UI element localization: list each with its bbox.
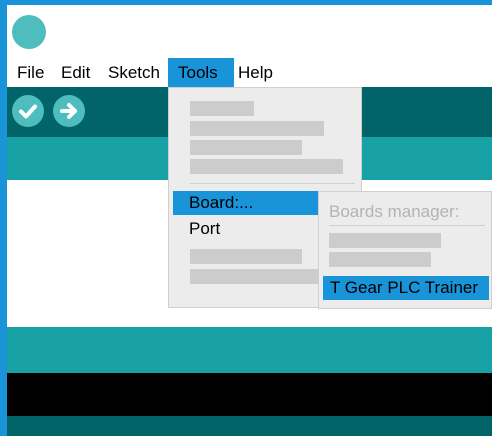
menu-item-board[interactable]: Board:... [173, 191, 319, 215]
upload-button[interactable] [53, 95, 85, 127]
checkmark-icon [19, 104, 37, 119]
menu-item-placeholder[interactable] [190, 121, 324, 136]
board-option-selected[interactable]: T Gear PLC Trainer [323, 276, 489, 300]
menu-separator [190, 183, 355, 184]
submenu-separator [329, 225, 485, 226]
console-output [7, 373, 492, 416]
menu-tools[interactable]: Tools [168, 58, 234, 87]
menu-help[interactable]: Help [235, 58, 276, 87]
menu-file[interactable]: File [14, 58, 47, 87]
menu-bar: File Edit Sketch Tools Help [7, 58, 492, 87]
submenu-item-placeholder[interactable] [329, 233, 441, 248]
menu-item-placeholder[interactable] [190, 249, 302, 264]
submenu-item-placeholder[interactable] [329, 252, 431, 267]
menu-item-placeholder[interactable] [190, 140, 302, 155]
verify-button[interactable] [12, 95, 44, 127]
board-submenu: Boards manager: T Gear PLC Trainer [318, 191, 492, 309]
menu-sketch[interactable]: Sketch [105, 58, 163, 87]
menu-item-placeholder[interactable] [190, 101, 254, 116]
boards-manager-header[interactable]: Boards manager: [329, 202, 459, 222]
status-bar [7, 327, 492, 373]
menu-edit[interactable]: Edit [58, 58, 93, 87]
bottom-bar [7, 416, 492, 436]
app-logo-icon [12, 15, 46, 49]
menu-item-placeholder[interactable] [190, 159, 343, 174]
menu-item-placeholder[interactable] [190, 269, 324, 284]
menu-item-port[interactable]: Port [173, 217, 319, 241]
arrow-right-icon [60, 103, 77, 119]
title-bar [7, 5, 492, 60]
